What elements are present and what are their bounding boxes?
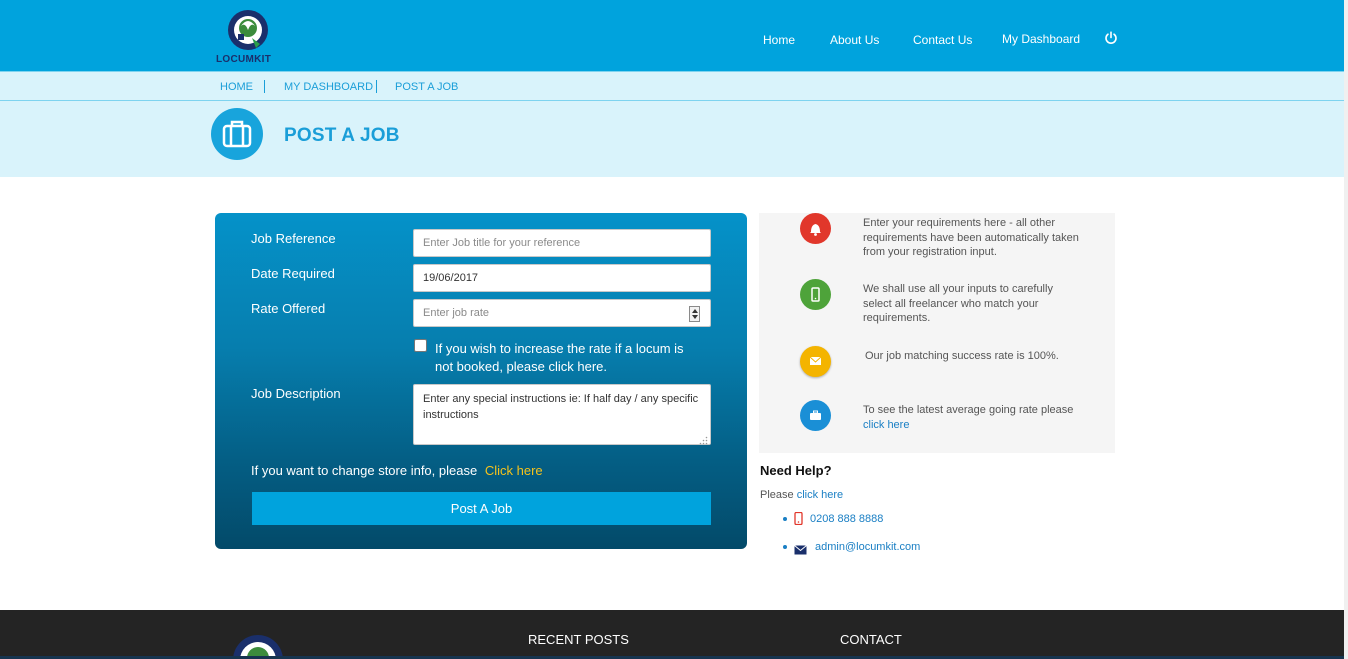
footer-contact-heading: CONTACT (840, 632, 902, 647)
job-reference-label: Job Reference (251, 231, 336, 246)
going-rate-text: To see the latest average going rate ple… (863, 404, 1074, 416)
nav-my-dashboard[interactable]: My Dashboard (1002, 32, 1080, 46)
increase-rate-checkbox[interactable] (414, 339, 427, 352)
breadcrumb-my-dashboard[interactable]: MY DASHBOARD (284, 81, 373, 93)
info-text-going-rate: To see the latest average going rate ple… (863, 403, 1083, 432)
nav-about-us[interactable]: About Us (830, 33, 879, 47)
rate-spinner[interactable] (689, 306, 700, 322)
footer-recent-posts-heading: RECENT POSTS (528, 632, 629, 647)
help-phone[interactable]: 0208 888 8888 (810, 513, 883, 525)
breadcrumb-home[interactable]: HOME (220, 81, 253, 93)
job-description-label: Job Description (251, 386, 341, 401)
power-icon[interactable] (1104, 31, 1118, 45)
store-info: If you want to change store info, please… (251, 463, 543, 478)
top-header: LOCUMKIT Home About Us Contact Us My Das… (0, 0, 1348, 71)
bullet (783, 517, 787, 521)
bell-icon (800, 213, 831, 244)
phone-icon (794, 511, 803, 526)
logo-text: LOCUMKIT (216, 54, 272, 65)
locumkit-logo[interactable]: LOCUMKIT (216, 8, 282, 70)
breadcrumb-post-a-job[interactable]: POST A JOB (395, 81, 458, 93)
resize-grip-icon[interactable] (699, 432, 708, 445)
bullet (783, 545, 787, 549)
rate-offered-label: Rate Offered (251, 301, 326, 316)
rate-offered-input[interactable] (413, 299, 711, 327)
page-title: POST A JOB (284, 125, 400, 146)
job-reference-input[interactable] (413, 229, 711, 257)
store-info-text: If you want to change store info, please (251, 463, 478, 478)
footer: RECENT POSTS CONTACT (0, 610, 1348, 659)
mail-icon (794, 542, 807, 555)
need-help-title: Need Help? (760, 463, 832, 478)
mobile-icon (800, 279, 831, 310)
briefcase-icon (800, 400, 831, 431)
briefcase-icon (211, 108, 263, 160)
need-help-line: Please click here (760, 489, 843, 501)
need-help-link[interactable]: click here (797, 489, 843, 501)
going-rate-link[interactable]: click here (863, 419, 909, 431)
post-job-form: Job Reference Date Required Rate Offered… (215, 213, 747, 549)
date-required-label: Date Required (251, 266, 335, 281)
info-panel: Enter your requirements here - all other… (759, 213, 1115, 453)
job-description-textarea[interactable] (413, 384, 711, 445)
store-info-link[interactable]: Click here (485, 463, 543, 478)
breadcrumb-separator (264, 80, 265, 93)
title-band: POST A JOB (0, 101, 1348, 177)
info-text-inputs: We shall use all your inputs to carefull… (863, 283, 1053, 324)
help-email[interactable]: admin@locumkit.com (815, 541, 920, 553)
breadcrumb-separator (376, 80, 377, 93)
date-required-input[interactable] (413, 264, 711, 292)
increase-rate-text[interactable]: If you wish to increase the rate if a lo… (435, 340, 705, 376)
breadcrumb: HOME MY DASHBOARD POST A JOB (0, 71, 1348, 101)
info-text-success-rate: Our job matching success rate is 100%. (865, 350, 1059, 362)
envelope-icon (800, 346, 831, 377)
nav-home[interactable]: Home (763, 33, 795, 47)
post-a-job-button[interactable]: Post A Job (252, 492, 711, 525)
info-text-requirements: Enter your requirements here - all other… (863, 217, 1079, 258)
need-help-prefix: Please (760, 489, 794, 501)
nav-contact-us[interactable]: Contact Us (913, 33, 972, 47)
scrollbar[interactable] (1344, 0, 1348, 659)
